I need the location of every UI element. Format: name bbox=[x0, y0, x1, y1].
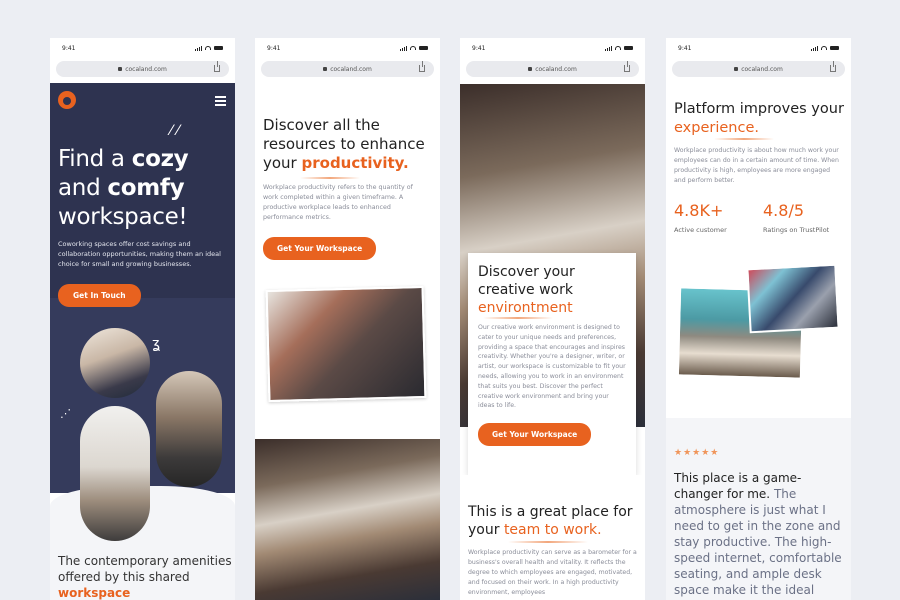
url-text: cocaland.com bbox=[535, 65, 577, 73]
address-bar[interactable]: cocaland.com bbox=[672, 61, 845, 77]
wifi-icon bbox=[410, 46, 416, 50]
status-bar: 9:41 bbox=[255, 38, 440, 58]
card-description: Our creative work environment is designe… bbox=[478, 324, 626, 410]
team-section-title: This is a great place for your team to w… bbox=[468, 504, 633, 538]
lock-icon bbox=[118, 67, 123, 71]
battery-icon bbox=[419, 46, 428, 50]
stat-label: Ratings on TrustPilot bbox=[763, 226, 830, 234]
team-section-description: Workplace productivity can serve as a ba… bbox=[468, 549, 637, 596]
address-bar[interactable]: cocaland.com bbox=[261, 61, 434, 77]
phone-screen-resources: 9:41 cocaland.com Discover all the resou… bbox=[255, 38, 440, 600]
wifi-icon bbox=[821, 46, 827, 50]
experience-title: Platform improves your experience. bbox=[674, 101, 844, 136]
lock-icon bbox=[734, 67, 739, 71]
status-bar: 9:41 bbox=[50, 38, 235, 58]
phone-screen-hero: 9:41 cocaland.com ⁄ ⁄ Find a cozy and com… bbox=[50, 38, 235, 600]
phone-screen-experience: 9:41 cocaland.com Platform improves your… bbox=[666, 38, 851, 600]
stat-value: 4.8/5 bbox=[763, 201, 805, 220]
photo-coworking-desk bbox=[80, 406, 150, 541]
status-time: 9:41 bbox=[472, 44, 486, 52]
address-bar[interactable]: cocaland.com bbox=[56, 61, 229, 77]
get-your-workspace-button[interactable]: Get Your Workspace bbox=[478, 423, 592, 447]
burst-doodle-icon: ⋰ bbox=[60, 407, 71, 420]
sparkle-doodle-icon: ⁄ ⁄ bbox=[170, 123, 180, 139]
accent-underline bbox=[483, 317, 553, 319]
stat-value: 4.8K+ bbox=[674, 201, 724, 220]
accent-underline bbox=[508, 541, 588, 543]
signal-icon bbox=[400, 45, 407, 51]
photo-woman-laptop bbox=[265, 285, 427, 403]
testimonial-quote: This place is a game-changer for me. The… bbox=[674, 471, 842, 597]
get-in-touch-button[interactable]: Get In Touch bbox=[58, 284, 141, 307]
hero-title: Find a cozy and comfy workspace! bbox=[58, 146, 189, 230]
amenities-heading: The contemporary amenities offered by th… bbox=[58, 554, 232, 600]
url-text: cocaland.com bbox=[125, 65, 167, 73]
photo-women-laptop bbox=[80, 328, 150, 398]
url-text: cocaland.com bbox=[741, 65, 783, 73]
status-time: 9:41 bbox=[678, 44, 692, 52]
signal-icon bbox=[195, 45, 202, 51]
status-time: 9:41 bbox=[62, 44, 76, 52]
status-time: 9:41 bbox=[267, 44, 281, 52]
star-rating-icon: ★★★★★ bbox=[674, 448, 720, 458]
wifi-icon bbox=[615, 46, 621, 50]
photo-cafe-interior bbox=[255, 439, 440, 600]
battery-icon bbox=[214, 46, 223, 50]
signal-icon bbox=[811, 45, 818, 51]
status-bar: 9:41 bbox=[666, 38, 851, 58]
signal-icon bbox=[605, 45, 612, 51]
accent-underline bbox=[714, 138, 774, 140]
creative-environment-card: Discover your creative work environtment… bbox=[468, 253, 636, 475]
lock-icon bbox=[323, 67, 328, 71]
logo-icon[interactable] bbox=[58, 91, 76, 109]
photo-hands-laptop bbox=[746, 263, 840, 334]
status-bar: 9:41 bbox=[460, 38, 645, 58]
lock-icon bbox=[528, 67, 533, 71]
address-bar[interactable]: cocaland.com bbox=[466, 61, 639, 77]
stat-active-customer: 4.8K+ Active customer bbox=[674, 201, 727, 234]
battery-icon bbox=[830, 46, 839, 50]
squiggle-doodle-icon: ʓ bbox=[152, 336, 161, 352]
card-title: Discover your creative work environtment bbox=[478, 264, 575, 316]
share-icon[interactable] bbox=[214, 61, 220, 72]
wifi-icon bbox=[205, 46, 211, 50]
stat-label: Active customer bbox=[674, 226, 727, 234]
battery-icon bbox=[624, 46, 633, 50]
accent-underline bbox=[300, 177, 360, 179]
experience-description: Workplace productivity is about how much… bbox=[674, 147, 839, 184]
hamburger-menu-icon[interactable] bbox=[215, 96, 226, 108]
url-text: cocaland.com bbox=[330, 65, 372, 73]
share-icon[interactable] bbox=[624, 61, 630, 72]
share-icon[interactable] bbox=[830, 61, 836, 72]
phone-screen-creative: 9:41 cocaland.com Discover your creative… bbox=[460, 38, 645, 600]
get-your-workspace-button[interactable]: Get Your Workspace bbox=[263, 237, 377, 260]
photo-cafe-workers bbox=[156, 371, 222, 487]
resources-title: Discover all the resources to enhance yo… bbox=[263, 116, 425, 172]
resources-description: Workplace productivity refers to the qua… bbox=[263, 184, 413, 221]
share-icon[interactable] bbox=[419, 61, 425, 72]
stat-trustpilot-rating: 4.8/5 Ratings on TrustPilot bbox=[763, 201, 829, 234]
hero-description: Coworking spaces offer cost savings and … bbox=[58, 240, 221, 268]
